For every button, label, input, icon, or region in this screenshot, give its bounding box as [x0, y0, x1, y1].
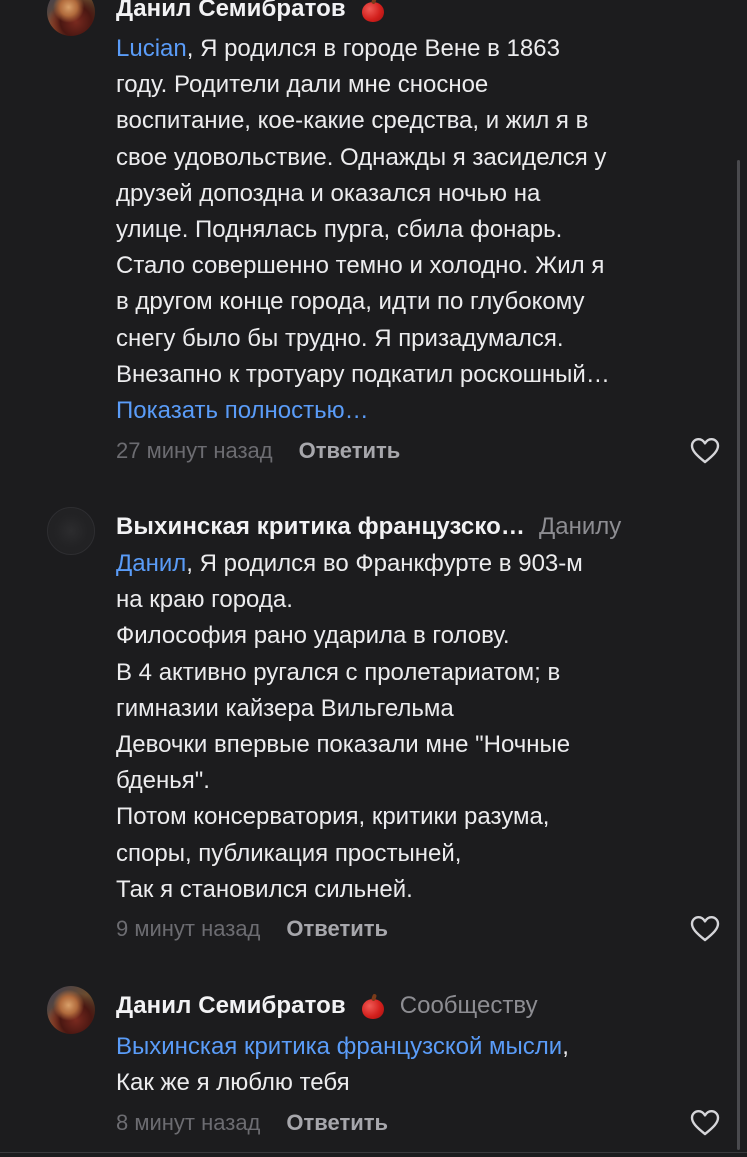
comment-text: Выхинская критика французской мысли, Как… [116, 1033, 569, 1097]
scrollbar[interactable] [737, 160, 740, 1150]
reply-to-label[interactable]: Данилу [539, 513, 621, 541]
author-name[interactable]: Данил Семибратов [116, 0, 346, 23]
apple-icon [360, 0, 386, 22]
mention-link[interactable]: Lucian [116, 35, 187, 62]
comment-text: Lucian, Я родился в городе Вене в 1863 г… [116, 31, 711, 429]
reply-button[interactable]: Ответить [299, 438, 401, 464]
timestamp: 9 минут назад [116, 916, 261, 941]
comment-meta: 8 минут назад Ответить [116, 1106, 388, 1140]
heart-outline-icon[interactable] [690, 1109, 720, 1137]
comment-header: Выхинская критика французско… Данилу [116, 510, 707, 544]
author-name[interactable]: Данил Семибратов [116, 992, 346, 1020]
timestamp: 8 минут назад [116, 1110, 261, 1135]
reply-button[interactable]: Ответить [286, 916, 388, 942]
comments-screen: Данил Семибратов Lucian, Я родился в гор… [0, 0, 747, 1157]
heart-outline-icon[interactable] [690, 915, 720, 943]
heart-outline-icon[interactable] [690, 437, 720, 465]
avatar[interactable] [47, 0, 95, 36]
comment-header: Данил Семибратов [116, 0, 707, 26]
comment-meta: 9 минут назад Ответить [116, 912, 388, 946]
avatar[interactable] [47, 507, 95, 555]
mention-link[interactable]: Данил [116, 550, 186, 577]
comment-meta: 27 минут назад Ответить [116, 434, 400, 468]
comment-header: Данил Семибратов Сообществу [116, 989, 707, 1023]
comment-text: Данил, Я родился во Франкфурте в 903-м н… [116, 550, 583, 903]
show-more-link[interactable]: Показать полностью… [116, 393, 711, 429]
divider [0, 1152, 747, 1153]
reply-to-label[interactable]: Сообществу [400, 992, 538, 1020]
mention-link[interactable]: Выхинская критика французской мысли [116, 1033, 562, 1060]
author-name[interactable]: Выхинская критика французско… [116, 513, 525, 541]
timestamp: 27 минут назад [116, 438, 273, 463]
avatar[interactable] [47, 986, 95, 1034]
reply-button[interactable]: Ответить [286, 1110, 388, 1136]
apple-icon [360, 993, 386, 1019]
